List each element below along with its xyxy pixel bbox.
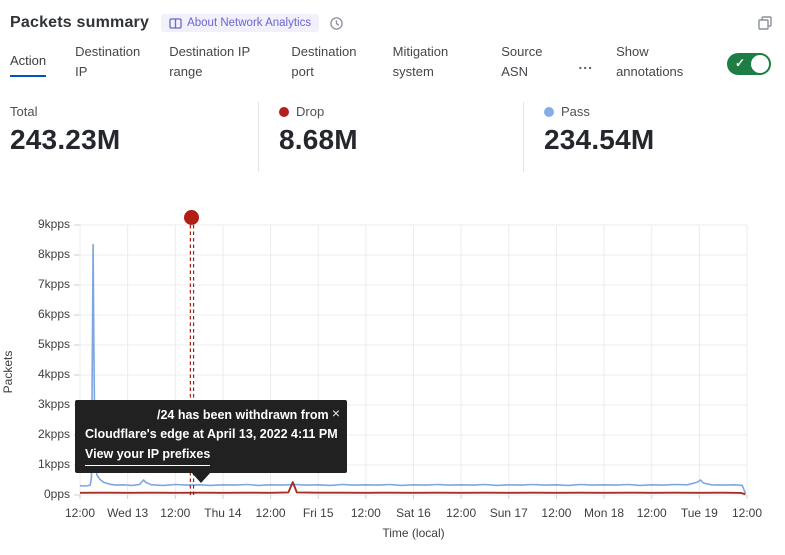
y-tick-label: 7kpps (0, 277, 70, 291)
x-axis-title: Time (local) (80, 526, 747, 540)
stat-label: Total (10, 104, 37, 119)
stat-value: 234.54M (544, 124, 785, 156)
y-tick-label: 6kpps (0, 307, 70, 321)
x-tick-label: 12:00 (716, 506, 778, 520)
clock-icon[interactable] (329, 16, 344, 31)
more-tabs-button[interactable]: ... (578, 56, 593, 72)
stat-pass: Pass 234.54M (523, 102, 785, 172)
about-network-analytics-badge[interactable]: About Network Analytics (161, 14, 319, 32)
stats-row: Total 243.23M Drop 8.68M Pass 234.54M (0, 102, 785, 172)
tab-destination-port[interactable]: Destination port (291, 42, 363, 82)
legend-dot-drop (279, 107, 289, 117)
stat-label: Drop (296, 104, 324, 119)
show-annotations-label: Show annotations (616, 42, 698, 82)
book-icon (169, 18, 182, 29)
view-ip-prefixes-link[interactable]: View your IP prefixes (85, 445, 210, 466)
page-title: Packets summary (10, 14, 149, 32)
y-tick-label: 5kpps (0, 337, 70, 351)
annotation-marker-dot[interactable] (184, 210, 199, 225)
toggle-knob (751, 55, 769, 73)
y-tick-label: 8kpps (0, 247, 70, 261)
close-icon[interactable]: × (332, 403, 340, 425)
stat-label: Pass (561, 104, 590, 119)
show-annotations-toggle[interactable]: ✓ (727, 53, 771, 75)
dimension-tabs: Action Destination IP Destination IP range… (0, 36, 785, 86)
stat-value: 243.23M (10, 124, 258, 156)
y-tick-label: 1kpps (0, 457, 70, 471)
tab-destination-ip-range[interactable]: Destination IP range (169, 42, 262, 82)
y-tick-label: 4kpps (0, 367, 70, 381)
tab-destination-ip[interactable]: Destination IP (75, 42, 140, 82)
popout-icon[interactable] (757, 15, 773, 31)
tab-source-asn[interactable]: Source ASN (501, 42, 557, 82)
badge-label: About Network Analytics (187, 17, 311, 29)
check-icon: ✓ (735, 56, 745, 70)
stat-label-row: Total (10, 104, 258, 119)
stat-drop: Drop 8.68M (258, 102, 523, 172)
packets-chart: Packets Time (local) × /24 has been with… (0, 210, 785, 555)
stat-label-row: Pass (544, 104, 785, 119)
tooltip-line2: Cloudflare's edge at April 13, 2022 4:11… (85, 425, 323, 444)
y-tick-label: 9kpps (0, 217, 70, 231)
y-tick-label: 3kpps (0, 397, 70, 411)
stat-value: 8.68M (279, 124, 523, 156)
tooltip-line1: /24 has been withdrawn from (85, 406, 323, 425)
legend-dot-pass (544, 107, 554, 117)
tab-action[interactable]: Action (10, 51, 46, 77)
annotation-tooltip: × /24 has been withdrawn from Cloudflare… (75, 400, 347, 473)
header: Packets summary About Network Analytics (0, 0, 785, 36)
tooltip-caret (191, 472, 211, 483)
stat-total: Total 243.23M (0, 102, 258, 172)
stat-label-row: Drop (279, 104, 523, 119)
y-tick-label: 2kpps (0, 427, 70, 441)
y-tick-label: 0pps (0, 487, 70, 501)
tab-mitigation-system[interactable]: Mitigation system (393, 42, 473, 82)
